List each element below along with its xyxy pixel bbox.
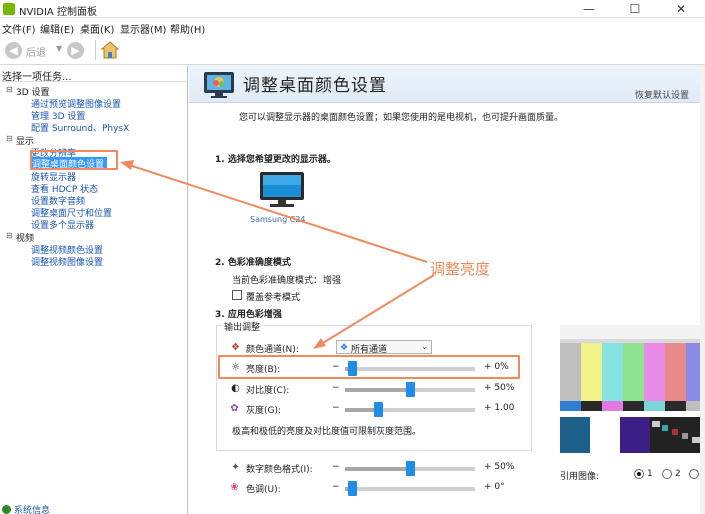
menu-help[interactable]: 帮助(H) (170, 21, 205, 36)
collapse-video-icon[interactable]: ⊟ (6, 231, 13, 240)
hue-slider-thumb[interactable] (347, 481, 357, 496)
toolbar: ◀ 后退 ▼ ▶ (0, 35, 705, 65)
tree-item-multiple-displays[interactable]: 设置多个显示器 (31, 218, 94, 231)
hue-label: 色调(U): (246, 485, 281, 495)
contrast-minus: − (332, 383, 340, 393)
color-channel-value: 所有通道 (351, 345, 388, 355)
color-channel-icon: ❖ (231, 342, 240, 353)
monitor-icon[interactable] (258, 170, 306, 210)
digital-vibrance-slider-fill (345, 467, 410, 471)
minimize-button[interactable]: — (566, 0, 612, 18)
maximize-button[interactable]: ☐ (612, 0, 658, 18)
current-mode-value: 增强 (323, 276, 342, 286)
hue-value: + 0° (484, 482, 505, 492)
digital-vibrance-label: 数字颜色格式(I): (246, 465, 313, 475)
collapse-display-icon[interactable]: ⊟ (6, 134, 13, 143)
back-history-dropdown-icon[interactable]: ▼ (56, 44, 62, 53)
color-channel-label: 颜色通道(N): (246, 345, 299, 355)
contrast-value: + 50% (484, 383, 515, 393)
annotation-label: 调整亮度 (430, 260, 491, 278)
menu-desktop[interactable]: 桌面(K) (80, 21, 114, 36)
system-info-icon (2, 505, 11, 514)
back-button-label[interactable]: 后退 (26, 44, 46, 59)
step1-heading: 1. 选择您希望更改的显示器。 (215, 155, 336, 165)
system-info-link[interactable]: 系统信息 (14, 503, 50, 514)
all-channels-icon: ❖ (340, 343, 349, 353)
gamma-value: + 1.00 (484, 403, 515, 413)
contrast-label: 对比度(C): (246, 386, 290, 396)
window-title: NVIDIA 控制面板 (19, 7, 97, 18)
gamma-icon: ✿ (230, 403, 239, 414)
annotation-highlight-menu (30, 150, 118, 170)
color-channel-select[interactable]: ❖ 所有通道 ⌄ (336, 340, 432, 355)
menu-edit[interactable]: 编辑(E) (40, 21, 74, 36)
reference-radio-3[interactable] (689, 469, 699, 479)
page-banner: 调整桌面颜色设置 恢复默认设置 (189, 65, 705, 103)
menu-bar: 文件(F) 编辑(E) 桌面(K) 显示器(M) 帮助(H) (0, 18, 705, 36)
digital-vibrance-slider-thumb[interactable] (406, 461, 415, 476)
annotation-highlight-brightness (218, 355, 520, 379)
gamma-minus: − (332, 403, 340, 413)
close-button[interactable]: ✕ (658, 0, 704, 18)
step2-heading: 2. 色彩准确度模式 (215, 258, 291, 268)
gamma-slider-fill (345, 408, 378, 412)
collapse-3d-icon[interactable]: ⊟ (6, 85, 13, 94)
reference-radio-2-label: 2 (675, 469, 681, 479)
menu-display[interactable]: 显示器(M) (120, 21, 166, 36)
range-note: 极高和极低的亮度及对比度值可限制灰度范围。 (232, 427, 422, 437)
page-title: 调整桌面颜色设置 (243, 76, 387, 96)
tree-item-surround-physx[interactable]: 配置 Surround、PhysX (31, 121, 129, 134)
hue-icon: ❀ (230, 482, 239, 493)
contrast-slider-thumb[interactable] (406, 382, 415, 397)
toolbar-separator (95, 40, 96, 60)
desktop-color-monitor-icon (204, 72, 234, 98)
step3-heading: 3. 应用色彩增强 (215, 310, 282, 320)
digital-vibrance-value: + 50% (484, 462, 515, 472)
gamma-slider-thumb[interactable] (373, 402, 383, 417)
tree-item-video-image[interactable]: 调整视频图像设置 (31, 255, 103, 268)
monitor-label[interactable]: Samsung C24 (250, 215, 305, 224)
restore-defaults-link[interactable]: 恢复默认设置 (635, 88, 689, 101)
override-reference-label: 覆盖参考模式 (246, 293, 301, 303)
page-intro: 您可以调整显示器的桌面颜色设置；如果您使用的是电视机，也可提升画面质量。 (239, 113, 564, 123)
digital-vibrance-minus: − (332, 462, 340, 472)
reference-radio-1-label: 1 (647, 469, 653, 479)
digital-vibrance-icon: ✦ (231, 462, 240, 473)
forward-arrow-icon[interactable]: ▶ (67, 42, 84, 59)
gamma-label: 灰度(G): (246, 406, 282, 416)
title-bar: NVIDIA 控制面板 — ☐ ✕ (0, 0, 705, 18)
hue-slider[interactable] (345, 487, 475, 491)
reference-image-label: 引用图像: (560, 472, 600, 482)
content-scrollbar[interactable] (700, 65, 705, 514)
output-adjust-label: 输出调整 (222, 320, 263, 333)
back-arrow-icon[interactable]: ◀ (5, 42, 22, 59)
home-icon[interactable] (100, 40, 120, 60)
contrast-icon: ◐ (231, 383, 240, 394)
nvidia-app-icon (3, 3, 15, 15)
contrast-slider-fill (345, 388, 410, 392)
override-reference-checkbox[interactable] (232, 290, 242, 300)
chevron-down-icon: ⌄ (421, 342, 428, 351)
task-pane: 选择一项任务... ⊟ 3D 设置 通过预览调整图像设置 管理 3D 设置 配置… (0, 65, 188, 514)
menu-file[interactable]: 文件(F) (2, 21, 36, 36)
reference-image-preview (560, 325, 705, 453)
current-mode-label: 当前色彩准确度模式： (232, 276, 323, 286)
gamma-slider[interactable] (345, 408, 475, 412)
hue-minus: − (332, 482, 340, 492)
task-tree: ⊟ 3D 设置 通过预览调整图像设置 管理 3D 设置 配置 Surround、… (2, 81, 186, 493)
reference-radio-1[interactable] (634, 469, 644, 479)
reference-radio-2[interactable] (662, 469, 672, 479)
